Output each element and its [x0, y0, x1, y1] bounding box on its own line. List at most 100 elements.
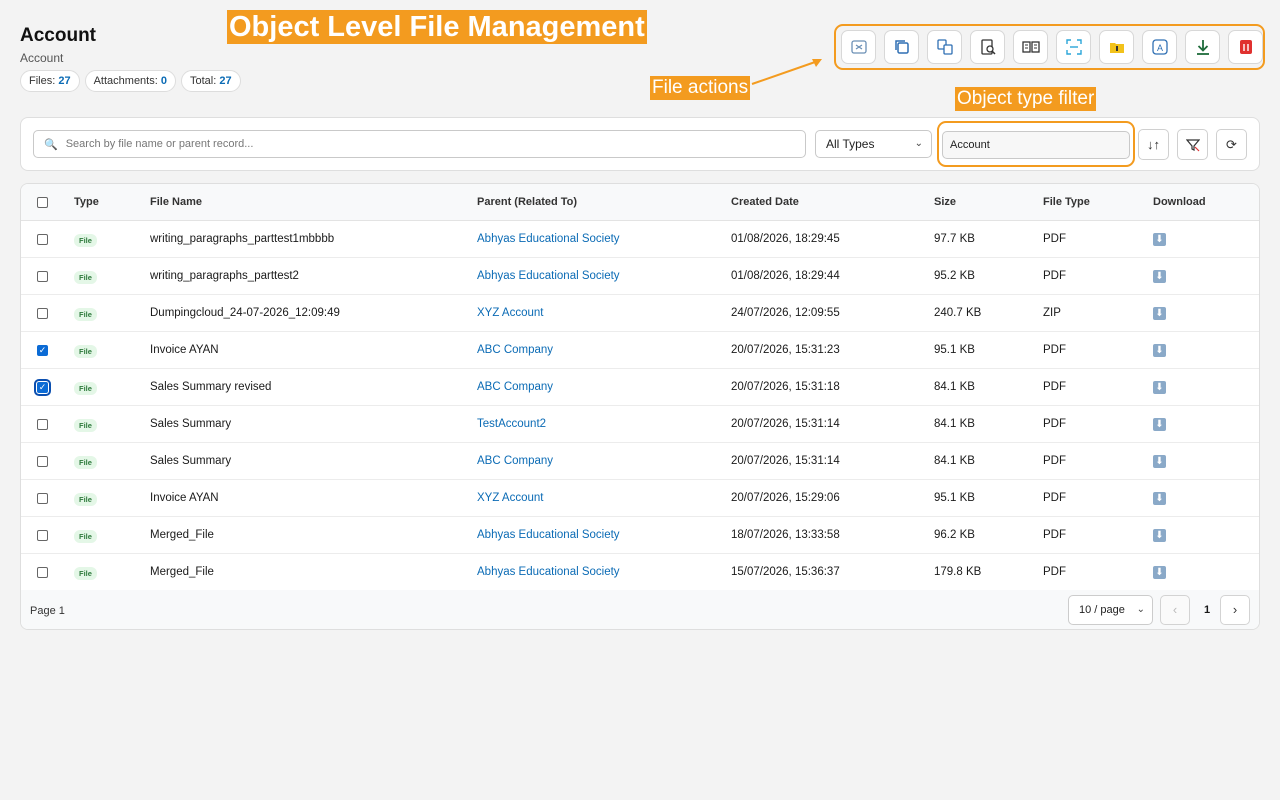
- download-row-icon[interactable]: ⬇: [1153, 565, 1166, 579]
- clear-filter-button[interactable]: [1177, 129, 1208, 160]
- stat-label: Attachments:: [93, 75, 158, 87]
- translate-button[interactable]: A: [1142, 30, 1177, 64]
- row-checkbox[interactable]: [37, 307, 48, 319]
- search-input[interactable]: [65, 138, 766, 150]
- file-size: 240.7 KB: [934, 307, 982, 319]
- parent-link[interactable]: ABC Company: [477, 381, 553, 393]
- parent-link[interactable]: TestAccount2: [477, 418, 546, 430]
- delete-button[interactable]: [1228, 30, 1263, 64]
- created-date: 15/07/2026, 15:36:37: [731, 566, 840, 578]
- download-row-icon[interactable]: ⬇: [1153, 232, 1166, 246]
- table-row[interactable]: File Merged_File Abhyas Educational Soci…: [21, 517, 1259, 554]
- parent-link[interactable]: ABC Company: [477, 344, 553, 356]
- files-count-badge: Files: 27: [20, 70, 80, 92]
- row-checkbox[interactable]: [37, 233, 48, 245]
- table-row[interactable]: File Dumpingcloud_24-07-2026_12:09:49 XY…: [21, 295, 1259, 332]
- parent-link[interactable]: Abhyas Educational Society: [477, 270, 620, 282]
- file-name: writing_paragraphs_parttest2: [150, 270, 299, 282]
- download-row-icon[interactable]: ⬇: [1153, 454, 1166, 468]
- col-size[interactable]: Size: [934, 196, 1043, 208]
- scan-button[interactable]: [1056, 30, 1091, 64]
- file-type: PDF: [1043, 344, 1066, 356]
- parent-link[interactable]: XYZ Account: [477, 492, 543, 504]
- select-all-checkbox[interactable]: [37, 196, 48, 208]
- download-row-icon[interactable]: ⬇: [1153, 380, 1166, 394]
- parent-link[interactable]: XYZ Account: [477, 307, 543, 319]
- prev-page-button[interactable]: ‹: [1160, 595, 1190, 625]
- svg-text:A: A: [1156, 43, 1162, 53]
- merge-icon: [936, 39, 953, 55]
- compare-button[interactable]: [1013, 30, 1048, 64]
- annotation-object-filter: Object type filter: [955, 87, 1097, 111]
- scan-icon: [1065, 39, 1082, 55]
- type-badge: File: [74, 566, 97, 580]
- file-name: Sales Summary: [150, 418, 232, 430]
- next-page-button[interactable]: ›: [1220, 595, 1250, 625]
- download-row-icon[interactable]: ⬇: [1153, 306, 1166, 320]
- parent-link[interactable]: Abhyas Educational Society: [477, 233, 620, 245]
- created-date: 20/07/2026, 15:29:06: [731, 492, 840, 504]
- table-row[interactable]: File Invoice AYAN XYZ Account 20/07/2026…: [21, 480, 1259, 517]
- search-box[interactable]: 🔍: [33, 130, 806, 158]
- table-row[interactable]: File Sales Summary TestAccount2 20/07/20…: [21, 406, 1259, 443]
- download-row-icon[interactable]: ⬇: [1153, 417, 1166, 431]
- convert-image-button[interactable]: [841, 30, 876, 64]
- row-checkbox[interactable]: [37, 566, 48, 578]
- table-row[interactable]: File Sales Summary revised ABC Company 2…: [21, 369, 1259, 406]
- col-file-type: File Type: [1043, 196, 1090, 208]
- type-select[interactable]: All Types ⌄: [815, 130, 932, 158]
- row-checkbox[interactable]: [37, 418, 48, 430]
- file-size: 96.2 KB: [934, 529, 975, 541]
- col-created-date[interactable]: Created Date: [731, 196, 934, 208]
- created-date: 01/08/2026, 18:29:45: [731, 233, 840, 245]
- file-type: PDF: [1043, 381, 1066, 393]
- annotation-arrow: [751, 59, 822, 85]
- type-badge: File: [74, 344, 97, 358]
- row-checkbox[interactable]: [37, 344, 48, 356]
- row-checkbox[interactable]: [37, 492, 48, 504]
- parent-link[interactable]: Abhyas Educational Society: [477, 566, 620, 578]
- folder-icon: [1109, 43, 1124, 53]
- type-badge: File: [74, 270, 97, 284]
- row-checkbox[interactable]: [37, 455, 48, 467]
- parent-link[interactable]: ABC Company: [477, 455, 553, 467]
- type-badge: File: [74, 381, 97, 395]
- table-row[interactable]: File Sales Summary ABC Company 20/07/202…: [21, 443, 1259, 480]
- row-checkbox[interactable]: [34, 378, 51, 396]
- annotation-title: Object Level File Management: [227, 10, 647, 44]
- download-row-icon[interactable]: ⬇: [1153, 343, 1166, 357]
- merge-button[interactable]: [927, 30, 962, 64]
- table-body: File writing_paragraphs_parttest1mbbbb A…: [21, 221, 1259, 591]
- file-size: 84.1 KB: [934, 418, 975, 430]
- object-type-input[interactable]: Account: [942, 131, 1130, 159]
- per-page-select[interactable]: 10 / page ⌄: [1068, 595, 1153, 625]
- page-label: Page 1: [30, 604, 65, 617]
- table-row[interactable]: File Merged_File Abhyas Educational Soci…: [21, 554, 1259, 591]
- download-row-icon[interactable]: ⬇: [1153, 528, 1166, 542]
- sort-button[interactable]: ↓↑: [1138, 129, 1169, 160]
- refresh-button[interactable]: ⟳: [1216, 129, 1247, 160]
- search-icon: 🔍: [44, 138, 58, 151]
- file-type: PDF: [1043, 566, 1066, 578]
- preview-doc-button[interactable]: [970, 30, 1005, 64]
- type-badge: File: [74, 529, 97, 543]
- file-size: 179.8 KB: [934, 566, 982, 578]
- download-button[interactable]: [1185, 30, 1220, 64]
- folder-button[interactable]: [1099, 30, 1134, 64]
- created-date: 20/07/2026, 15:31:18: [731, 381, 840, 393]
- download-row-icon[interactable]: ⬇: [1153, 269, 1166, 283]
- file-type: PDF: [1043, 418, 1066, 430]
- download-row-icon[interactable]: ⬇: [1153, 491, 1166, 505]
- parent-link[interactable]: Abhyas Educational Society: [477, 529, 620, 541]
- col-file-name[interactable]: File Name: [150, 196, 477, 208]
- current-page[interactable]: 1: [1198, 595, 1216, 625]
- row-checkbox[interactable]: [37, 529, 48, 541]
- table-row[interactable]: File Invoice AYAN ABC Company 20/07/2026…: [21, 332, 1259, 369]
- row-checkbox[interactable]: [37, 270, 48, 282]
- table-row[interactable]: File writing_paragraphs_parttest2 Abhyas…: [21, 258, 1259, 295]
- col-parent[interactable]: Parent (Related To): [477, 196, 731, 208]
- copy-button[interactable]: [884, 30, 919, 64]
- table-row[interactable]: File writing_paragraphs_parttest1mbbbb A…: [21, 221, 1259, 258]
- type-badge: File: [74, 492, 97, 506]
- stat-label: Total:: [189, 75, 217, 87]
